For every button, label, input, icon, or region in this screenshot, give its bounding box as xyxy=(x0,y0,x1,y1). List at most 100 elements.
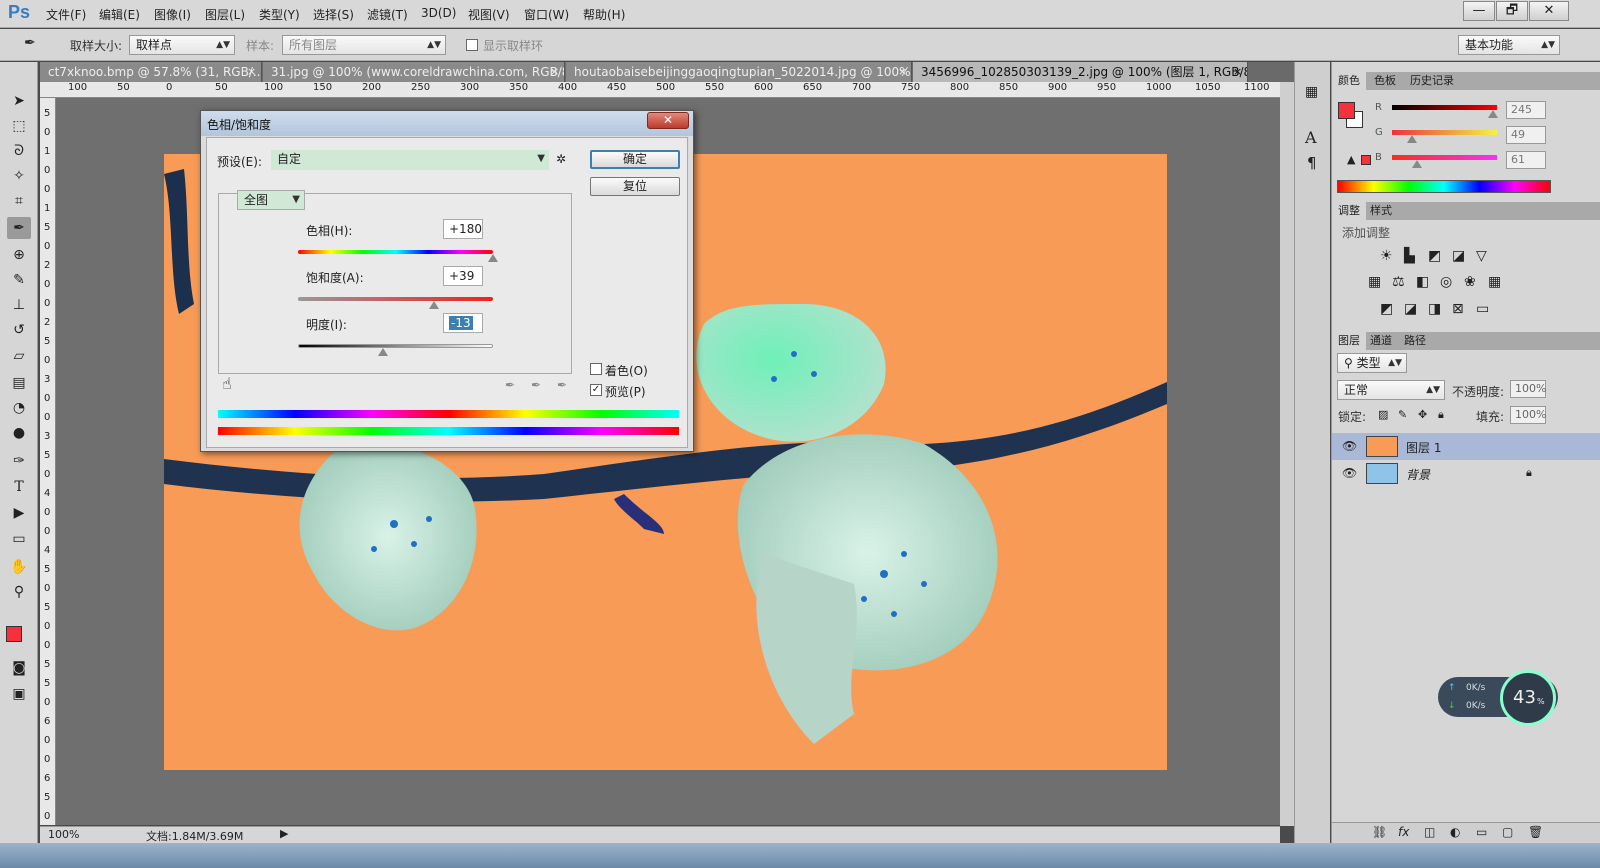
blend-mode-select[interactable]: 正常 ▲▼ xyxy=(1337,380,1445,400)
crop-tool-icon[interactable]: ⌗ xyxy=(7,190,31,212)
r-slider[interactable] xyxy=(1392,105,1497,110)
tab-adjustments[interactable]: 调整 xyxy=(1332,202,1366,220)
menu-filter[interactable]: 滤镜(T) xyxy=(367,6,408,23)
targeted-adjust-hand-icon[interactable]: ☝ xyxy=(222,374,232,393)
marquee-tool-icon[interactable]: ⬚ xyxy=(7,115,31,137)
selective-color-icon[interactable]: ⊠ xyxy=(1452,301,1464,317)
exposure-icon[interactable]: ◪ xyxy=(1452,248,1465,264)
color-spectrum-bar[interactable] xyxy=(1337,180,1551,193)
folder-icon[interactable]: ▭ xyxy=(1476,825,1487,839)
eyedropper-tool-icon[interactable]: ✒ xyxy=(7,217,31,239)
blur-tool-icon[interactable]: ◔ xyxy=(7,397,31,419)
move-tool-icon[interactable]: ➤ xyxy=(7,90,31,112)
menu-view[interactable]: 视图(V) xyxy=(468,6,510,23)
b-slider-thumb[interactable] xyxy=(1412,160,1423,168)
menu-help[interactable]: 帮助(H) xyxy=(583,6,625,23)
b-value[interactable]: 61 xyxy=(1506,151,1546,169)
menu-edit[interactable]: 编辑(E) xyxy=(99,6,140,23)
close-icon[interactable]: × xyxy=(550,62,559,82)
levels-icon[interactable]: ▙ xyxy=(1404,248,1415,264)
play-icon[interactable]: ▶ xyxy=(280,827,288,840)
b-slider[interactable] xyxy=(1392,155,1497,160)
dodge-tool-icon[interactable]: ● xyxy=(7,422,31,444)
gear-icon[interactable]: ✲ xyxy=(556,152,566,166)
threshold-icon[interactable]: ◨ xyxy=(1428,301,1441,317)
g-value[interactable]: 49 xyxy=(1506,126,1546,144)
gradient-map-icon[interactable]: ▭ xyxy=(1476,301,1489,317)
saturation-input[interactable]: +39 xyxy=(443,266,483,286)
brush-tool-icon[interactable]: ✎ xyxy=(7,269,31,291)
trash-icon[interactable]: 🗑︎ xyxy=(1528,825,1543,839)
tab-paths[interactable]: 路径 xyxy=(1398,332,1432,350)
close-window-button[interactable]: ✕ xyxy=(1529,1,1569,21)
hue-sat-icon[interactable]: ▦ xyxy=(1368,274,1381,290)
lock-pixels-icon[interactable]: ▨ xyxy=(1378,408,1388,421)
lightness-slider-thumb[interactable] xyxy=(377,348,388,356)
tab-history[interactable]: 历史记录 xyxy=(1404,72,1460,90)
bw-icon[interactable]: ◧ xyxy=(1416,274,1429,290)
hue-slider[interactable] xyxy=(298,250,493,254)
gamut-swatch[interactable] xyxy=(1361,155,1371,165)
r-slider-thumb[interactable] xyxy=(1487,110,1498,118)
close-icon[interactable]: × xyxy=(898,62,907,82)
gradient-tool-icon[interactable]: ▤ xyxy=(7,372,31,394)
tab-swatches[interactable]: 色板 xyxy=(1368,72,1402,90)
channel-select[interactable]: 全图 ▼ xyxy=(237,190,305,210)
photo-filter-icon[interactable]: ◎ xyxy=(1440,274,1452,290)
shape-tool-icon[interactable]: ▭ xyxy=(7,528,31,550)
sample-size-select[interactable]: 取样点 ▲▼ xyxy=(129,35,235,55)
curves-icon[interactable]: ◩ xyxy=(1428,248,1441,264)
reset-button[interactable]: 复位 xyxy=(590,177,680,196)
new-layer-icon[interactable]: ▢ xyxy=(1502,825,1513,839)
adjustment-layer-icon[interactable]: ◐ xyxy=(1450,825,1460,839)
zoom-tool-icon[interactable]: ⚲ xyxy=(7,581,31,603)
lightness-slider[interactable] xyxy=(298,344,493,348)
eraser-tool-icon[interactable]: ▱ xyxy=(7,345,31,367)
gamut-warning-icon[interactable]: ▲ xyxy=(1347,153,1355,166)
tab-channels[interactable]: 通道 xyxy=(1364,332,1398,350)
stamp-tool-icon[interactable]: ⊥ xyxy=(7,294,31,316)
show-ring-checkbox[interactable] xyxy=(466,39,478,51)
vibrance-icon[interactable]: ▽ xyxy=(1476,248,1487,264)
menu-layer[interactable]: 图层(L) xyxy=(205,6,245,23)
menu-window[interactable]: 窗口(W) xyxy=(524,6,569,23)
fg-color-swatch[interactable] xyxy=(1338,102,1355,119)
lock-all-icon[interactable]: 🔒︎ xyxy=(1438,408,1444,422)
hue-slider-thumb[interactable] xyxy=(488,254,498,262)
menu-image[interactable]: 图像(I) xyxy=(154,6,191,23)
tab-doc-4[interactable]: 3456996_102850303139_2.jpg @ 100% (图层 1,… xyxy=(913,62,1248,82)
minimize-button[interactable]: — xyxy=(1463,1,1495,21)
saturation-slider[interactable] xyxy=(298,297,493,301)
tab-doc-1[interactable]: ct7xknoo.bmp @ 57.8% (31, RGB/... × xyxy=(40,62,262,82)
preset-select[interactable]: 自定 ▼ xyxy=(271,150,549,170)
channel-mixer-icon[interactable]: ❀ xyxy=(1464,274,1476,290)
pen-tool-icon[interactable]: ✑ xyxy=(7,450,31,472)
character-icon[interactable]: A xyxy=(1305,128,1317,147)
screen-mode-icon[interactable]: ▣ xyxy=(7,683,31,705)
close-icon[interactable]: × xyxy=(247,62,256,82)
ok-button[interactable]: 确定 xyxy=(590,150,680,169)
fx-icon[interactable]: fx xyxy=(1398,825,1409,839)
vertical-scrollbar[interactable] xyxy=(1280,82,1294,826)
eyedropper-plus-icon[interactable]: ✒ xyxy=(531,378,541,392)
cpu-gauge[interactable]: 43 % xyxy=(1500,670,1556,726)
dialog-close-button[interactable]: ✕ xyxy=(647,112,689,129)
zoom-level[interactable]: 100% xyxy=(48,828,79,841)
hand-tool-icon[interactable]: ✋ xyxy=(7,556,31,578)
tab-doc-3[interactable]: houtaobaisebeijinggaoqingtupian_5022014.… xyxy=(566,62,912,82)
g-slider-thumb[interactable] xyxy=(1407,135,1418,143)
type-tool-icon[interactable]: T xyxy=(7,476,31,498)
tab-styles[interactable]: 样式 xyxy=(1364,202,1398,220)
menu-file[interactable]: 文件(F) xyxy=(46,6,86,23)
foreground-color-swatch[interactable] xyxy=(6,626,22,642)
opacity-value[interactable]: 100% xyxy=(1510,380,1546,398)
brightness-icon[interactable]: ☀ xyxy=(1380,248,1393,264)
layer-row-1[interactable]: 👁︎ 图层 1 xyxy=(1332,433,1600,460)
dialog-titlebar[interactable]: 色相/饱和度 ✕ xyxy=(201,111,693,136)
healing-brush-tool-icon[interactable]: ⊕ xyxy=(7,244,31,266)
sample-select[interactable]: 所有图层 ▲▼ xyxy=(282,35,446,55)
preview-checkbox[interactable]: ✓ xyxy=(590,384,602,396)
tab-layers[interactable]: 图层 xyxy=(1332,332,1366,350)
lasso-tool-icon[interactable]: ᘐ xyxy=(7,140,31,162)
close-icon[interactable]: × xyxy=(1233,62,1242,82)
